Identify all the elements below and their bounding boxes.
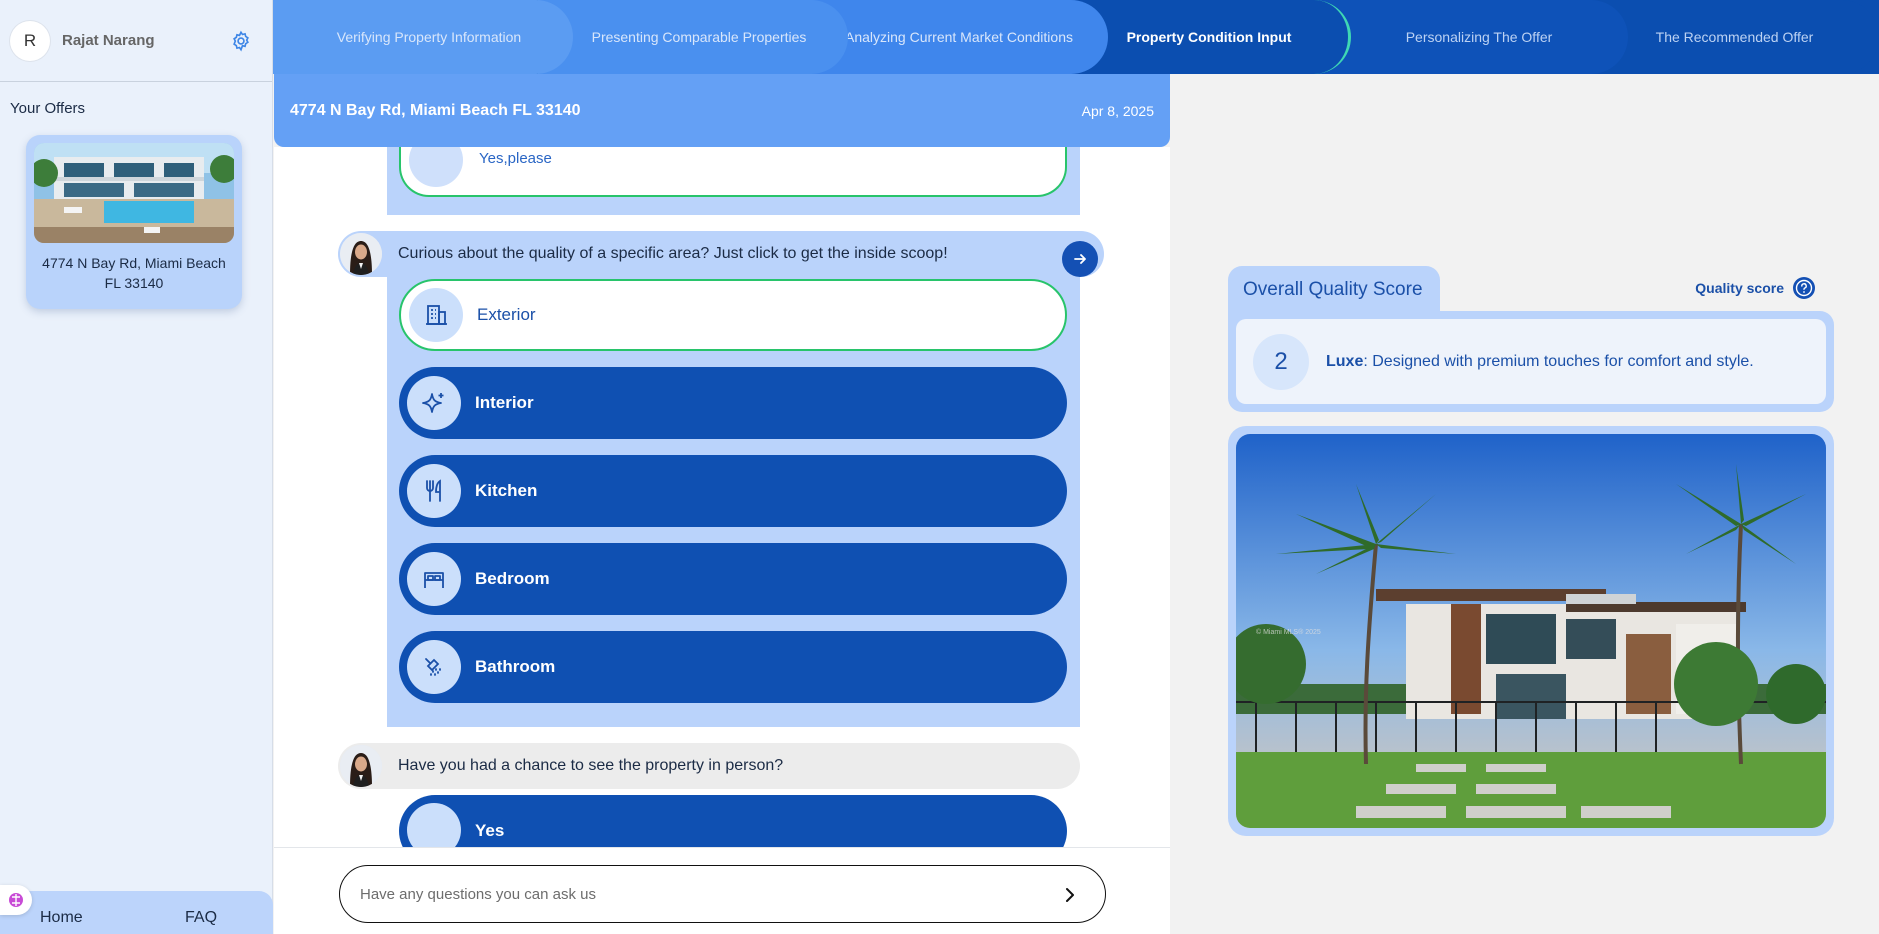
photo-watermark: © Miami MLS® 2025 — [1256, 628, 1321, 636]
offer-date: Apr 8, 2025 — [1081, 102, 1154, 119]
option-label: Kitchen — [475, 481, 538, 500]
option-exterior[interactable]: Exterior — [399, 279, 1067, 351]
step-label: Presenting Comparable Properties — [591, 28, 807, 45]
quality-score-description: Luxe: Designed with premium touches for … — [1326, 353, 1754, 371]
building-icon — [409, 288, 463, 342]
arrow-right-icon[interactable] — [1062, 241, 1098, 277]
question-text: Have you had a chance to see the propert… — [398, 757, 784, 774]
area-options: Exterior Interior Kitchen Bedroom Bathro… — [387, 277, 1080, 727]
help-icon — [1793, 277, 1815, 299]
property-photo-card: © Miami MLS® 2025 — [1228, 426, 1834, 836]
property-address: 4774 N Bay Rd, Miami Beach FL 33140 — [290, 101, 581, 119]
quality-score-card: Overall Quality Score 2 Luxe: Designed w… — [1228, 266, 1834, 412]
question-input[interactable] — [339, 865, 1106, 923]
user-row: R Rajat Narang — [0, 0, 272, 82]
previous-answer-label: Yes,please — [479, 150, 552, 167]
agent-question: Curious about the quality of a specific … — [338, 231, 1104, 277]
check-icon — [409, 147, 463, 187]
send-button[interactable] — [1056, 881, 1084, 909]
previous-answer-option[interactable]: Yes,please — [399, 147, 1067, 197]
quality-level: Luxe — [1326, 352, 1364, 370]
agent-avatar — [340, 745, 382, 787]
quality-score-body: 2 Luxe: Designed with premium touches fo… — [1228, 311, 1834, 412]
option-label: Bathroom — [475, 657, 556, 676]
question-text: Curious about the quality of a specific … — [398, 245, 948, 262]
option-yes[interactable]: Yes — [399, 795, 1067, 847]
step-comparable-properties[interactable]: Presenting Comparable Properties — [538, 0, 848, 74]
step-label: Personalizing The Offer — [1405, 28, 1553, 45]
step-label: The Recommended Offer — [1655, 28, 1814, 45]
offers-title: Your Offers — [10, 100, 86, 117]
quality-score-title: Overall Quality Score — [1228, 266, 1440, 314]
step-verifying-info[interactable]: Verifying Property Information — [273, 0, 573, 74]
option-label: Exterior — [477, 305, 536, 324]
chevron-right-icon — [1066, 888, 1074, 902]
shower-icon — [407, 640, 461, 694]
progress-steps: The Recommended Offer Personalizing The … — [273, 0, 1879, 74]
gear-icon[interactable] — [230, 30, 252, 52]
faq-link[interactable]: FAQ — [185, 909, 217, 927]
option-label: Bedroom — [475, 569, 550, 588]
offer-thumbnail — [34, 143, 234, 243]
step-label: Verifying Property Information — [336, 28, 522, 45]
previous-options: Yes,please — [387, 147, 1080, 215]
ask-area — [274, 847, 1170, 934]
quality-score-link-label: Quality score — [1695, 280, 1784, 296]
quality-score-link[interactable]: Quality score — [1695, 276, 1816, 300]
option-kitchen[interactable]: Kitchen — [399, 455, 1067, 527]
chat-panel[interactable]: Yes,please Curious about the quality of … — [274, 147, 1170, 847]
option-bedroom[interactable]: Bedroom — [399, 543, 1067, 615]
option-label: Interior — [475, 393, 534, 412]
agent-avatar — [340, 233, 382, 275]
home-link[interactable]: Home — [40, 909, 83, 927]
quality-score-inner: 2 Luxe: Designed with premium touches fo… — [1236, 319, 1826, 404]
check-icon — [407, 803, 461, 847]
utensils-icon — [407, 464, 461, 518]
option-interior[interactable]: Interior — [399, 367, 1067, 439]
offer-address: 4774 N Bay Rd, Miami Beach FL 33140 — [42, 255, 226, 291]
step-label: Property Condition Input — [1126, 28, 1292, 45]
option-bathroom[interactable]: Bathroom — [399, 631, 1067, 703]
quality-description-text: : Designed with premium touches for comf… — [1363, 352, 1754, 370]
address-header: 4774 N Bay Rd, Miami Beach FL 33140 Apr … — [274, 74, 1170, 147]
step-personalizing-offer[interactable]: Personalizing The Offer — [1318, 0, 1628, 74]
bed-icon — [407, 552, 461, 606]
brain-icon[interactable] — [0, 885, 32, 915]
step-label: Analyzing Current Market Conditions — [845, 28, 1073, 45]
quality-score-value: 2 — [1253, 333, 1309, 390]
sidebar-footer: Home FAQ — [0, 891, 273, 934]
user-name: Rajat Narang — [62, 32, 155, 49]
property-photo: © Miami MLS® 2025 — [1236, 434, 1826, 828]
sidebar: R Rajat Narang Your Offers 4774 N Bay Rd… — [0, 0, 273, 934]
sparkle-icon — [407, 376, 461, 430]
avatar[interactable]: R — [10, 20, 50, 61]
offer-card[interactable]: 4774 N Bay Rd, Miami Beach FL 33140 — [26, 135, 242, 309]
agent-question-2: Have you had a chance to see the propert… — [338, 743, 1080, 789]
option-label: Yes — [475, 821, 505, 840]
